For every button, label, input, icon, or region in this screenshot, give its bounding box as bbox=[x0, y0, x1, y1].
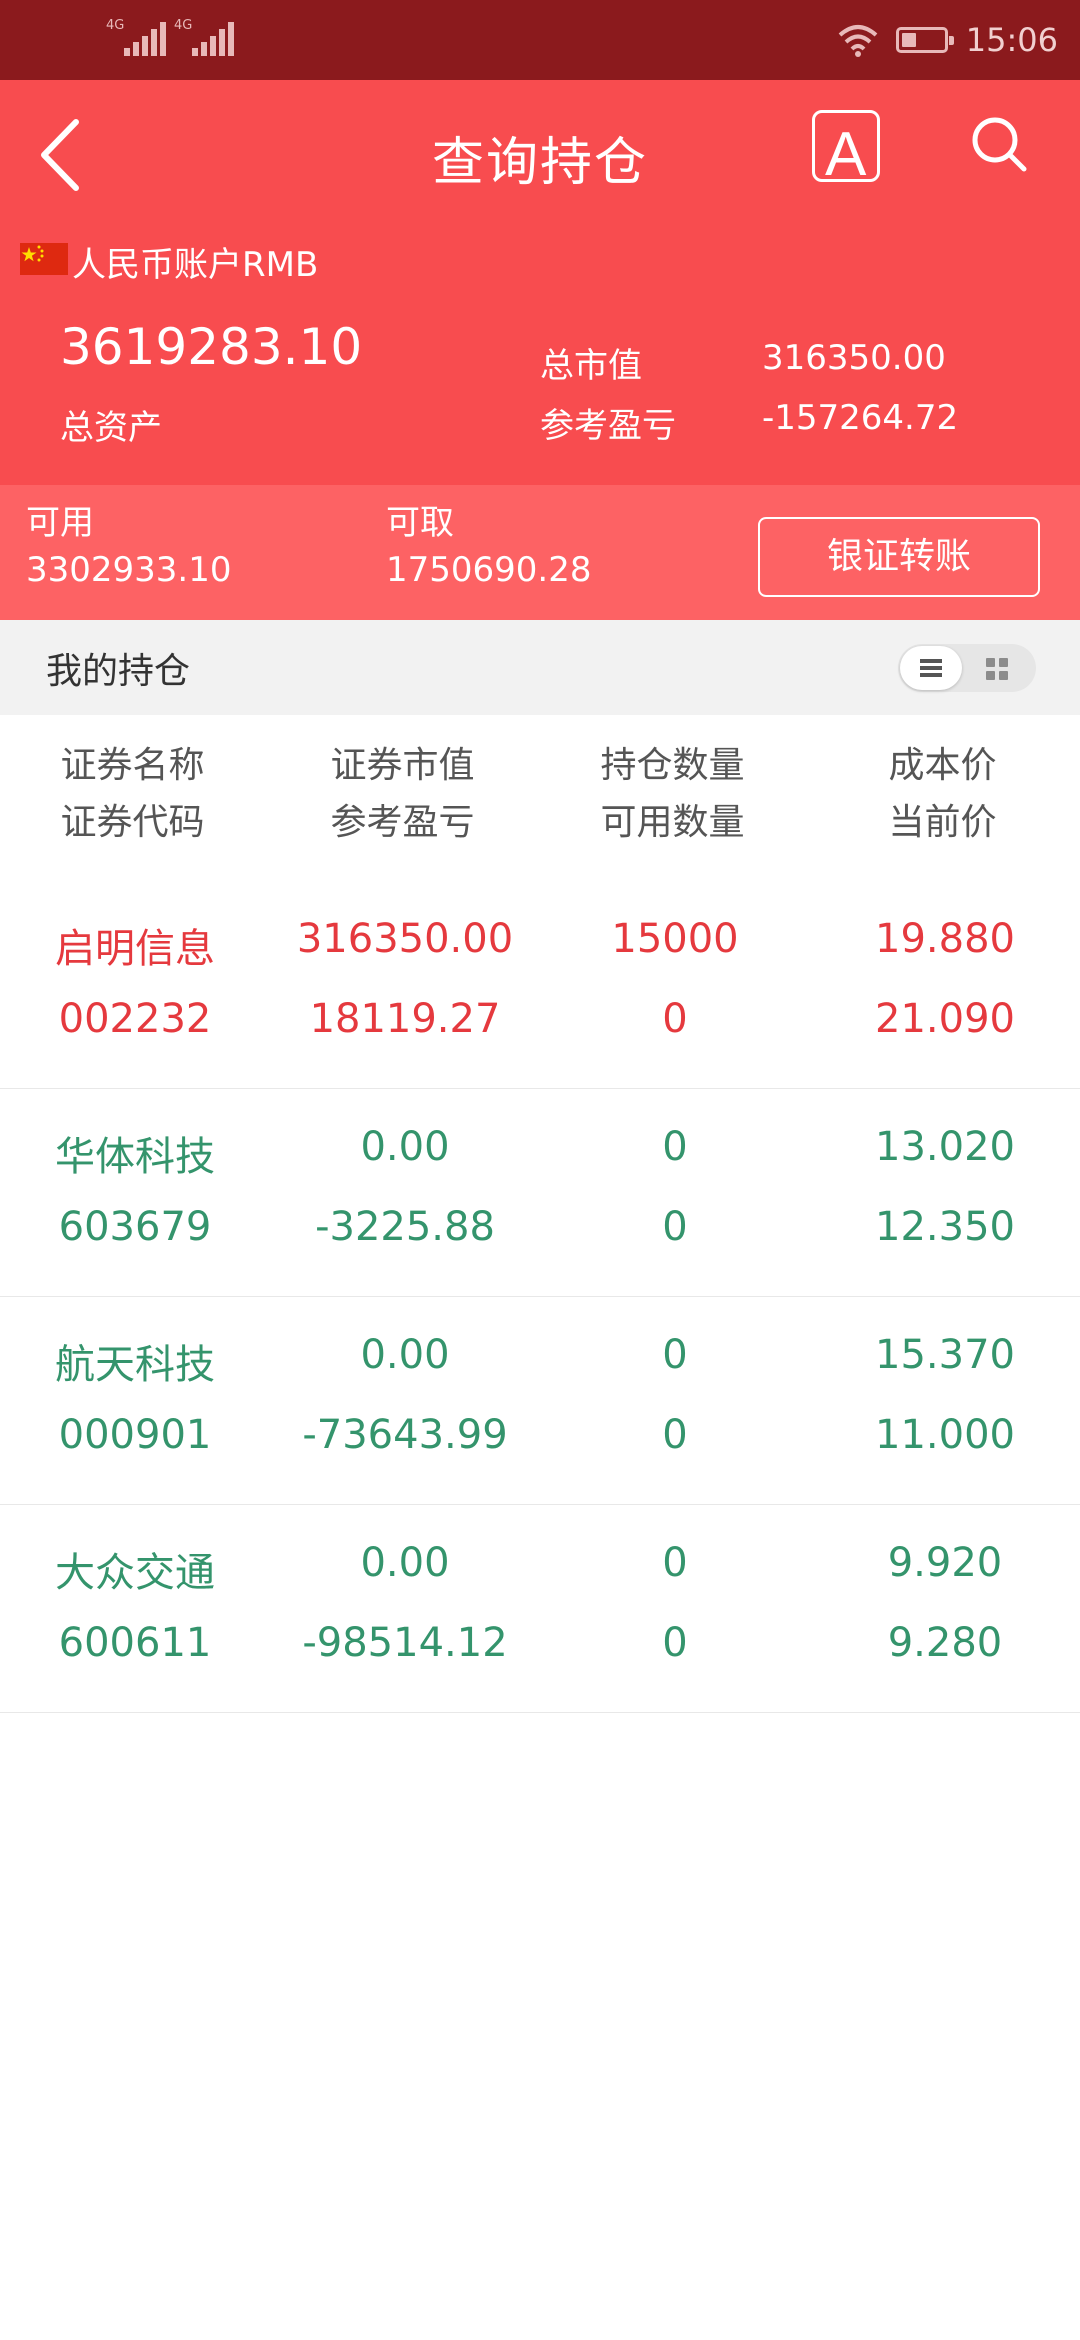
total-assets-value: 3619283.10 bbox=[60, 318, 363, 376]
holdings-section-header: 我的持仓 bbox=[0, 620, 1080, 715]
available-label: 可用 bbox=[26, 503, 94, 543]
network-type-1: 4G bbox=[106, 18, 125, 33]
stock-name: 大众交通 bbox=[55, 1550, 215, 1596]
pnl-cell: -73643.99 bbox=[302, 1412, 508, 1458]
column-header-price: 成本价 当前价 bbox=[888, 745, 997, 843]
holdings-title: 我的持仓 bbox=[46, 651, 191, 692]
stock-code: 600611 bbox=[58, 1620, 212, 1666]
cost-price-cell: 13.020 bbox=[875, 1124, 1015, 1170]
table-row[interactable]: 大众交通 600611 0.00 -98514.12 0 0 9.920 9.2… bbox=[0, 1504, 1080, 1713]
table-row[interactable]: 启明信息 002232 316350.00 18119.27 15000 0 1… bbox=[0, 880, 1080, 1089]
current-price-cell: 21.090 bbox=[875, 996, 1015, 1042]
bank-transfer-button[interactable]: 银证转账 bbox=[758, 517, 1040, 597]
available-quantity-cell: 0 bbox=[662, 1204, 688, 1250]
quantity-cell: 0 bbox=[662, 1540, 688, 1586]
market-value-cell: 316350.00 bbox=[296, 916, 514, 962]
pnl-cell: -98514.12 bbox=[302, 1620, 508, 1666]
account-label: 人民币账户RMB bbox=[72, 245, 319, 285]
cost-price-cell: 15.370 bbox=[875, 1332, 1015, 1378]
stock-code: 603679 bbox=[58, 1204, 212, 1250]
available-quantity-cell: 0 bbox=[662, 996, 688, 1042]
stock-code: 002232 bbox=[58, 996, 212, 1042]
available-value: 3302933.10 bbox=[26, 550, 232, 590]
balance-band: 可用 3302933.10 可取 1750690.28 银证转账 bbox=[0, 485, 1080, 620]
quantity-cell: 15000 bbox=[611, 916, 739, 962]
battery-icon bbox=[895, 27, 954, 53]
current-price-cell: 9.280 bbox=[887, 1620, 1003, 1666]
grid-view-icon[interactable] bbox=[986, 658, 1008, 680]
page-title: 查询持仓 bbox=[431, 133, 648, 193]
column-header-qty: 持仓数量 可用数量 bbox=[600, 745, 745, 843]
ref-pnl-value: -157264.72 bbox=[762, 398, 959, 438]
pnl-cell: 18119.27 bbox=[309, 996, 501, 1042]
stock-name: 航天科技 bbox=[55, 1342, 215, 1388]
cost-price-cell: 9.920 bbox=[887, 1540, 1003, 1586]
market-value-cell: 0.00 bbox=[360, 1332, 450, 1378]
market-value: 316350.00 bbox=[762, 338, 946, 378]
quantity-cell: 0 bbox=[662, 1332, 688, 1378]
list-view-icon[interactable] bbox=[900, 646, 962, 690]
column-header-value: 证券市值 参考盈亏 bbox=[330, 745, 475, 843]
table-row[interactable]: 华体科技 603679 0.00 -3225.88 0 0 13.020 12.… bbox=[0, 1088, 1080, 1297]
ref-pnl-label: 参考盈亏 bbox=[540, 406, 676, 446]
market-value-cell: 0.00 bbox=[360, 1540, 450, 1586]
pnl-cell: -3225.88 bbox=[315, 1204, 495, 1250]
view-toggle[interactable] bbox=[898, 644, 1036, 692]
account-header: 查询持仓 A 人民币账户RMB 3619283.10 总资产 总市值 31635… bbox=[0, 80, 1080, 485]
wifi-icon bbox=[838, 25, 878, 57]
stock-code: 000901 bbox=[58, 1412, 212, 1458]
network-type-2: 4G bbox=[174, 18, 193, 33]
china-flag-icon bbox=[20, 243, 68, 275]
table-row[interactable]: 航天科技 000901 0.00 -73643.99 0 0 15.370 11… bbox=[0, 1296, 1080, 1505]
status-time: 15:06 bbox=[965, 21, 1058, 59]
font-size-icon[interactable]: A bbox=[812, 110, 880, 189]
current-price-cell: 11.000 bbox=[875, 1412, 1015, 1458]
cost-price-cell: 19.880 bbox=[875, 916, 1015, 962]
total-assets-label: 总资产 bbox=[60, 408, 162, 448]
quantity-cell: 0 bbox=[662, 1124, 688, 1170]
holdings-table-header: 证券名称 证券代码 证券市值 参考盈亏 持仓数量 可用数量 成本价 当前价 bbox=[0, 715, 1080, 875]
stock-name: 启明信息 bbox=[55, 926, 215, 972]
search-icon[interactable] bbox=[970, 115, 1030, 175]
current-price-cell: 12.350 bbox=[875, 1204, 1015, 1250]
market-value-cell: 0.00 bbox=[360, 1124, 450, 1170]
market-value-label: 总市值 bbox=[540, 346, 642, 386]
available-quantity-cell: 0 bbox=[662, 1412, 688, 1458]
column-header-name: 证券名称 证券代码 bbox=[60, 745, 205, 843]
stock-name: 华体科技 bbox=[55, 1134, 215, 1180]
status-bar: 4G 4G 15:06 bbox=[0, 0, 1080, 80]
withdrawable-label: 可取 bbox=[386, 503, 454, 543]
available-quantity-cell: 0 bbox=[662, 1620, 688, 1666]
withdrawable-value: 1750690.28 bbox=[386, 550, 592, 590]
